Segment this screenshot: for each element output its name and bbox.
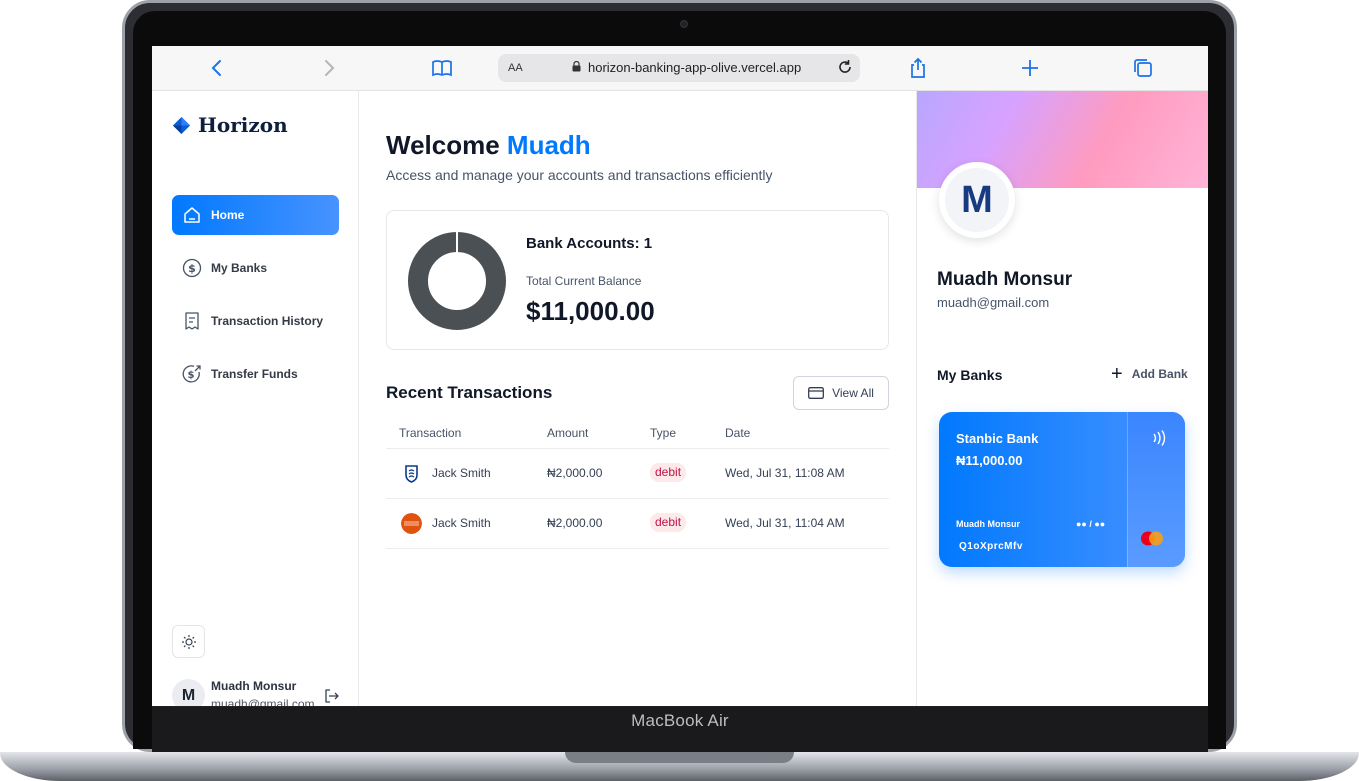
main-content: Welcome Muadh Access and manage your acc… [360, 91, 915, 706]
address-bar[interactable]: AA horizon-banking-app-olive.vercel.app [498, 54, 860, 82]
horizon-logo-icon [172, 116, 191, 134]
plus-icon: + [1111, 363, 1123, 385]
card-mask: Q1oXprcMfv [959, 541, 1023, 552]
table-row[interactable]: Jack Smith ₦2,000.00 debit Wed, Jul 31, … [386, 499, 889, 549]
profile-avatar: M [939, 162, 1015, 238]
total-balance-card: Bank Accounts: 1 Total Current Balance $… [386, 210, 889, 350]
dollar-circle-icon: $ [181, 257, 203, 279]
right-sidebar: M Muadh Monsur muadh@gmail.com My Banks … [916, 91, 1208, 706]
status-badge: debit [650, 513, 687, 532]
sun-icon [181, 634, 196, 649]
back-icon[interactable] [205, 56, 229, 80]
home-icon [181, 204, 203, 226]
welcome-name: Muadh [506, 130, 591, 160]
sidebar-user-name: Muadh Monsur [211, 679, 297, 693]
money-send-icon: $ [181, 363, 203, 385]
bank-accounts-count: Bank Accounts: 1 [526, 235, 653, 252]
logo-text: Horizon [198, 113, 288, 137]
transaction-date: Wed, Jul 31, 11:08 AM [725, 466, 845, 480]
transaction-date: Wed, Jul 31, 11:04 AM [725, 516, 845, 530]
transactions-table-header: Transaction Amount Type Date [386, 419, 889, 449]
card-owner: Muadh Monsur [956, 519, 1020, 529]
contactless-icon [1153, 430, 1166, 446]
add-bank-label: Add Bank [1131, 367, 1188, 381]
my-banks-heading: My Banks [937, 367, 1003, 383]
sidebar: Horizon Home $ My Banks Transaction Hist… [152, 91, 359, 706]
sidebar-item-label: Transfer Funds [211, 367, 298, 381]
view-all-label: View All [832, 386, 874, 400]
tabs-overview-icon[interactable] [1131, 56, 1155, 80]
column-header: Type [650, 426, 677, 440]
recent-transactions-title: Recent Transactions [386, 383, 553, 402]
device-model-label: MacBook Air [631, 711, 729, 730]
sidebar-item-transaction-history[interactable]: Transaction History [172, 301, 339, 341]
table-row[interactable]: Jack Smith ₦2,000.00 debit Wed, Jul 31, … [386, 449, 889, 499]
total-balance-label: Total Current Balance [526, 274, 642, 288]
total-balance-value: $11,000.00 [526, 296, 655, 326]
app-logo[interactable]: Horizon [172, 113, 288, 137]
bank-logo-icon [401, 513, 422, 534]
browser-toolbar: AA horizon-banking-app-olive.vercel.app [152, 46, 1208, 91]
avatar: M [172, 679, 205, 706]
profile-name: Muadh Monsur [937, 269, 1073, 290]
transaction-name: Jack Smith [432, 466, 491, 480]
svg-text:$: $ [188, 262, 196, 275]
logout-icon[interactable] [323, 688, 339, 704]
bank-card[interactable]: Stanbic Bank ₦11,000.00 Muadh Monsur ●● … [939, 412, 1185, 567]
view-all-button[interactable]: View All [793, 376, 889, 410]
theme-toggle-button[interactable] [172, 625, 205, 658]
camera [680, 20, 688, 28]
column-header: Transaction [399, 426, 462, 440]
svg-text:$: $ [188, 370, 195, 381]
sidebar-item-home[interactable]: Home [172, 195, 339, 235]
sidebar-item-label: Home [211, 208, 245, 222]
transaction-amount: ₦2,000.00 [547, 516, 603, 530]
sidebar-item-label: My Banks [211, 261, 268, 275]
forward-icon[interactable] [317, 56, 341, 80]
profile-email: muadh@gmail.com [937, 295, 1050, 310]
sidebar-user: M Muadh Monsur muadh@gmail.com [172, 678, 342, 706]
reload-icon[interactable] [836, 58, 854, 76]
sidebar-user-email: muadh@gmail.com [211, 697, 315, 706]
card-icon [808, 387, 825, 399]
card-balance: ₦11,000.00 [956, 453, 1023, 468]
text-size-button[interactable]: AA [508, 62, 523, 74]
receipt-icon [181, 310, 203, 332]
lock-icon [572, 61, 581, 72]
page-subtitle: Access and manage your accounts and tran… [386, 167, 773, 183]
add-bank-button[interactable]: + Add Bank [1111, 363, 1188, 385]
column-header: Amount [547, 426, 589, 440]
share-icon[interactable] [906, 56, 930, 80]
laptop-notch [565, 752, 794, 763]
bookmarks-icon[interactable] [430, 56, 454, 80]
transaction-amount: ₦2,000.00 [547, 466, 603, 480]
card-expiry: ●● / ●● [1076, 519, 1106, 529]
url-text: horizon-banking-app-olive.vercel.app [588, 60, 802, 75]
laptop-bottom-bezel: MacBook Air [152, 706, 1208, 752]
page-title: Welcome Muadh [386, 130, 591, 161]
card-bank-name: Stanbic Bank [956, 431, 1039, 446]
column-header: Date [725, 426, 751, 440]
sidebar-item-label: Transaction History [211, 314, 324, 328]
sidebar-item-transfer-funds[interactable]: $ Transfer Funds [172, 354, 339, 394]
mastercard-icon [1141, 531, 1163, 546]
balance-donut-chart [408, 231, 506, 330]
transaction-name: Jack Smith [432, 516, 491, 530]
welcome-prefix: Welcome [386, 130, 500, 160]
status-badge: debit [650, 463, 687, 482]
sidebar-item-my-banks[interactable]: $ My Banks [172, 248, 339, 288]
browser-screen: AA horizon-banking-app-olive.vercel.app … [152, 46, 1208, 706]
new-tab-icon[interactable] [1018, 56, 1042, 80]
stanbic-logo-icon [405, 465, 418, 483]
